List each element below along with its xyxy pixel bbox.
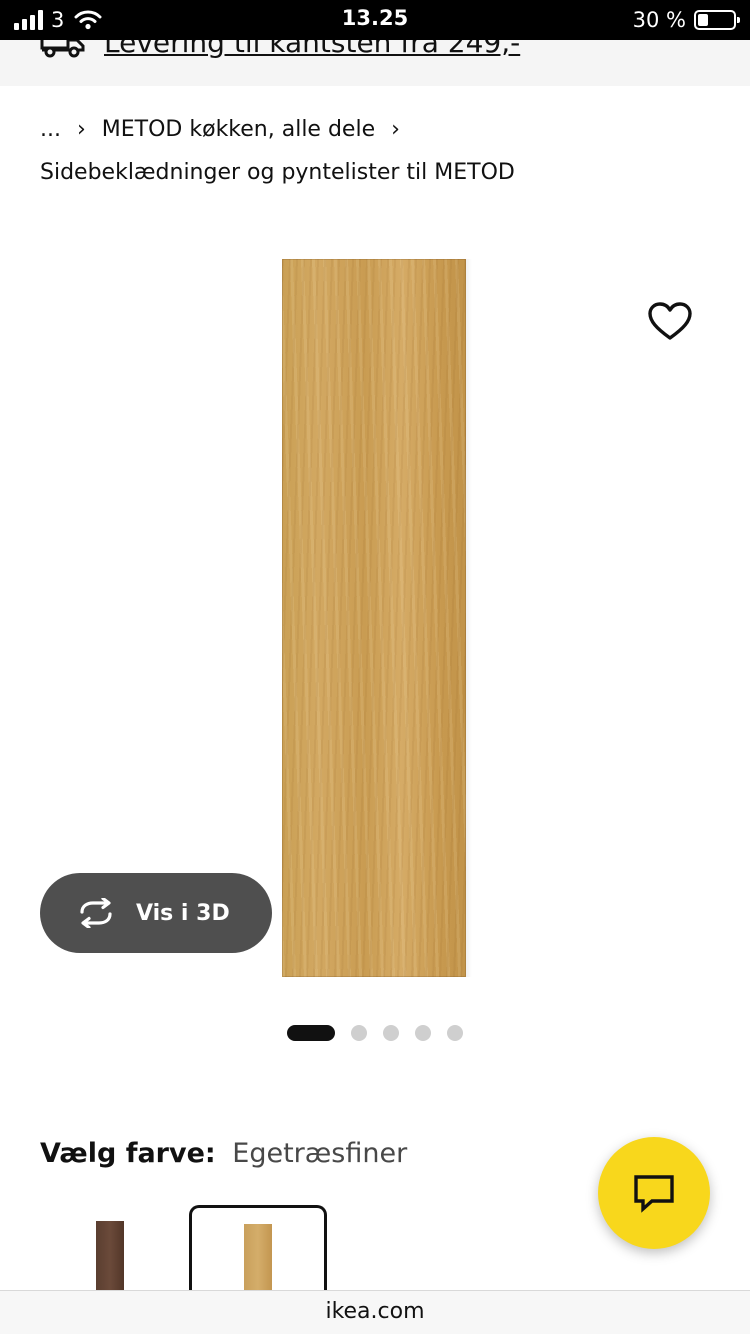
pagination-dot[interactable] — [415, 1025, 431, 1041]
battery-icon — [694, 10, 740, 30]
delivery-link[interactable]: Levering til kantsten fra 249,- — [104, 40, 520, 59]
truck-icon — [40, 40, 85, 58]
rotate-icon — [80, 898, 112, 928]
page-subtitle: Sidebeklædninger og pyntelister til METO… — [40, 160, 515, 185]
pagination-dot-active[interactable] — [287, 1025, 335, 1041]
pagination-dot[interactable] — [383, 1025, 399, 1041]
view-3d-button[interactable]: Vis i 3D — [40, 873, 272, 953]
breadcrumb-ellipsis[interactable]: ... — [40, 117, 61, 142]
colour-selector-heading: Vælg farve: Egetræsfiner — [40, 1138, 407, 1169]
product-image-shadow — [466, 259, 472, 977]
heart-icon[interactable] — [648, 302, 692, 342]
breadcrumb-metod-link[interactable]: METOD køkken, alle dele — [102, 117, 375, 142]
breadcrumb: ... › METOD køkken, alle dele › — [40, 112, 416, 146]
view-3d-label: Vis i 3D — [136, 900, 230, 926]
delivery-banner: Levering til kantsten fra 249,- — [0, 40, 750, 86]
chat-button[interactable] — [598, 1137, 710, 1249]
product-page: 3 13.25 30 % Levering til kantsten fra 2… — [0, 0, 750, 1334]
pagination-dot[interactable] — [351, 1025, 367, 1041]
colour-label: Vælg farve: — [40, 1138, 216, 1169]
battery-percentage: 30 % — [632, 8, 686, 32]
status-bar: 3 13.25 30 % — [0, 0, 750, 40]
pagination-dot[interactable] — [447, 1025, 463, 1041]
chevron-right-icon: › — [391, 116, 400, 142]
url-text: ikea.com — [325, 1299, 425, 1324]
browser-address-bar[interactable]: ikea.com — [0, 1290, 750, 1334]
battery-level — [698, 14, 708, 26]
chevron-right-icon: › — [76, 116, 86, 142]
chat-icon — [634, 1175, 674, 1213]
product-image[interactable] — [282, 259, 466, 977]
status-right: 30 % — [632, 6, 740, 34]
selected-colour: Egetræsfiner — [232, 1138, 408, 1169]
image-pagination — [287, 1025, 479, 1041]
